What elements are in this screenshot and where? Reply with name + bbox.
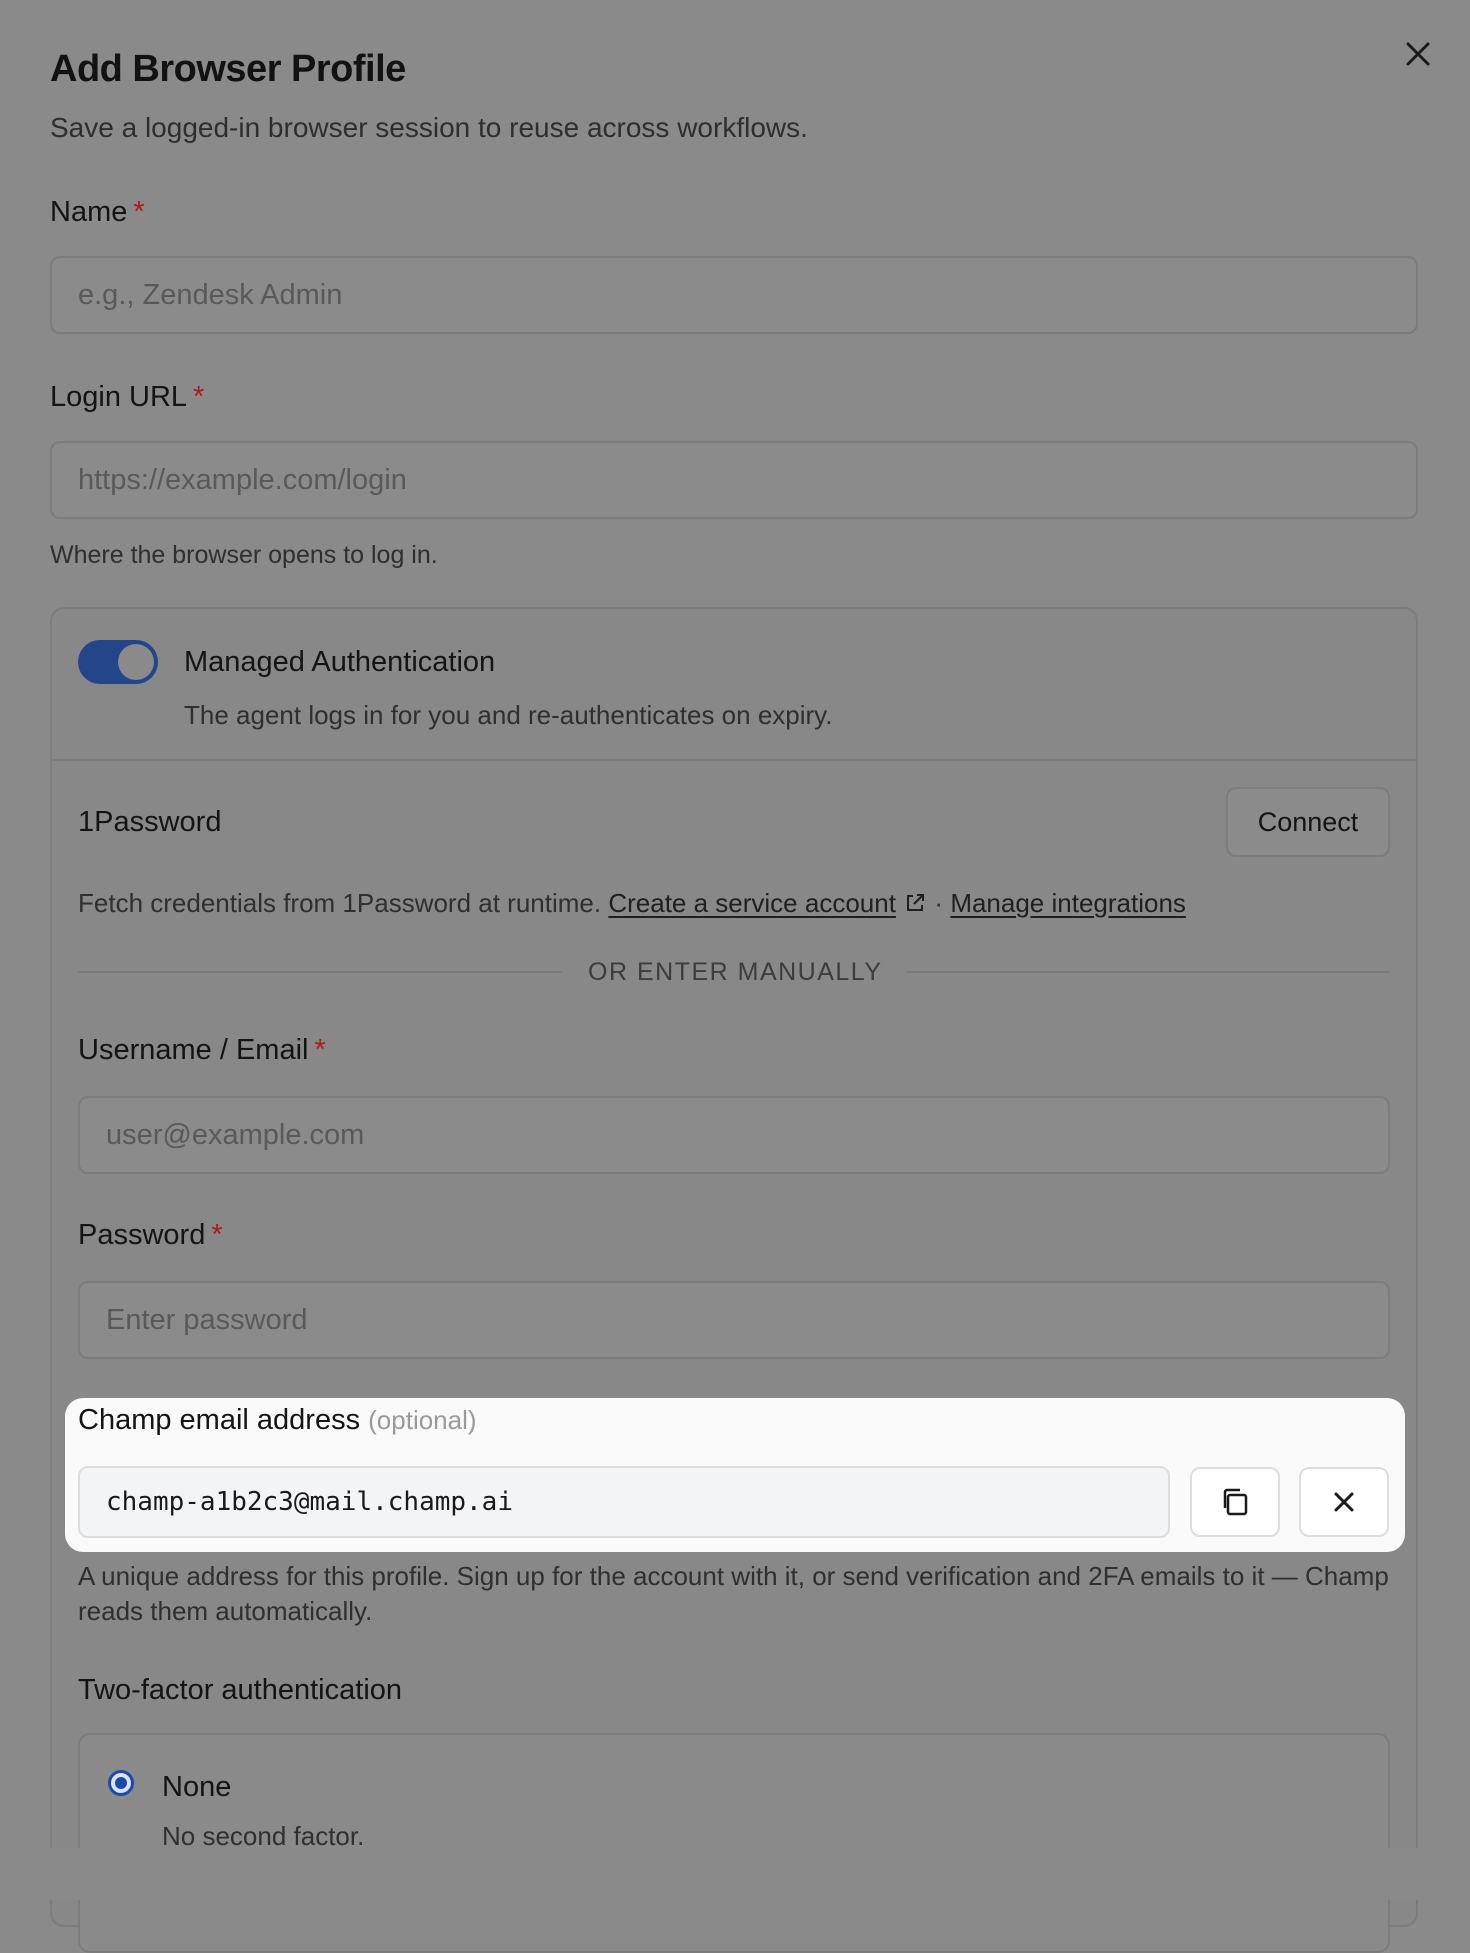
managed-auth-label: Managed Authentication	[184, 646, 496, 678]
champ-email-value: champ-a1b2c3@mail.champ.ai	[106, 1487, 513, 1517]
required-mark: *	[211, 1219, 223, 1251]
panel-divider	[52, 759, 1416, 761]
champ-email-label-text: Champ email address	[78, 1404, 361, 1436]
required-mark: *	[314, 1034, 326, 1066]
required-mark: *	[133, 196, 145, 228]
connect-button[interactable]: Connect	[1226, 787, 1390, 857]
password-input[interactable]: Enter password	[78, 1281, 1390, 1359]
dialog-subtitle: Save a logged-in browser session to reus…	[50, 112, 808, 143]
username-label: Username / Email *	[78, 1034, 326, 1067]
or-divider-text: OR ENTER MANUALLY	[588, 958, 883, 986]
name-input[interactable]: e.g., Zendesk Admin	[50, 256, 1418, 334]
login-url-label-text: Login URL	[50, 381, 188, 413]
radio-none[interactable]	[108, 1770, 134, 1796]
or-divider-left	[78, 971, 562, 973]
champ-email-label: Champ email address (optional)	[78, 1404, 477, 1437]
external-link-icon	[907, 894, 925, 911]
create-service-account-link[interactable]: Create a service account	[608, 888, 896, 918]
or-divider-right	[906, 971, 1390, 973]
dialog-bottom-cutoff	[0, 1848, 1470, 1900]
name-label-text: Name	[50, 196, 128, 228]
two-factor-option-label: None	[162, 1771, 232, 1803]
champ-email-field[interactable]: champ-a1b2c3@mail.champ.ai	[78, 1466, 1170, 1538]
managed-auth-toggle[interactable]	[78, 640, 158, 684]
name-label: Name *	[50, 196, 145, 229]
onepassword-description: Fetch credentials from 1Password at runt…	[78, 888, 1186, 919]
two-factor-label: Two-factor authentication	[78, 1674, 403, 1706]
champ-email-help: A unique address for this profile. Sign …	[78, 1561, 1389, 1626]
password-label-text: Password	[78, 1219, 206, 1251]
login-url-input[interactable]: https://example.com/login	[50, 441, 1418, 519]
username-placeholder: user@example.com	[106, 1118, 365, 1151]
close-icon	[1334, 1492, 1354, 1512]
close-icon	[1406, 42, 1430, 66]
username-label-text: Username / Email	[78, 1034, 309, 1066]
link-separator: ·	[934, 888, 944, 918]
copy-icon	[1223, 1488, 1248, 1516]
name-placeholder: e.g., Zendesk Admin	[78, 278, 343, 311]
username-input[interactable]: user@example.com	[78, 1096, 1390, 1174]
required-mark: *	[193, 381, 205, 413]
optional-tag: (optional)	[368, 1405, 477, 1435]
manage-integrations-link[interactable]: Manage integrations	[950, 888, 1186, 918]
copy-button[interactable]	[1190, 1467, 1280, 1537]
clear-email-button[interactable]	[1299, 1467, 1389, 1537]
managed-auth-panel	[50, 607, 1418, 1927]
login-url-placeholder: https://example.com/login	[78, 463, 407, 496]
onepassword-title: 1Password	[78, 806, 222, 838]
close-button[interactable]	[1398, 34, 1438, 74]
dialog-title: Add Browser Profile	[50, 48, 406, 90]
password-label: Password *	[78, 1219, 223, 1252]
password-placeholder: Enter password	[106, 1303, 308, 1336]
onepassword-description-text: Fetch credentials from 1Password at runt…	[78, 888, 602, 918]
login-url-help: Where the browser opens to log in.	[50, 541, 438, 569]
login-url-label: Login URL *	[50, 381, 204, 414]
managed-auth-description: The agent logs in for you and re-authent…	[184, 700, 833, 730]
toggle-knob	[118, 644, 154, 680]
radio-selected-dot	[115, 1777, 127, 1789]
